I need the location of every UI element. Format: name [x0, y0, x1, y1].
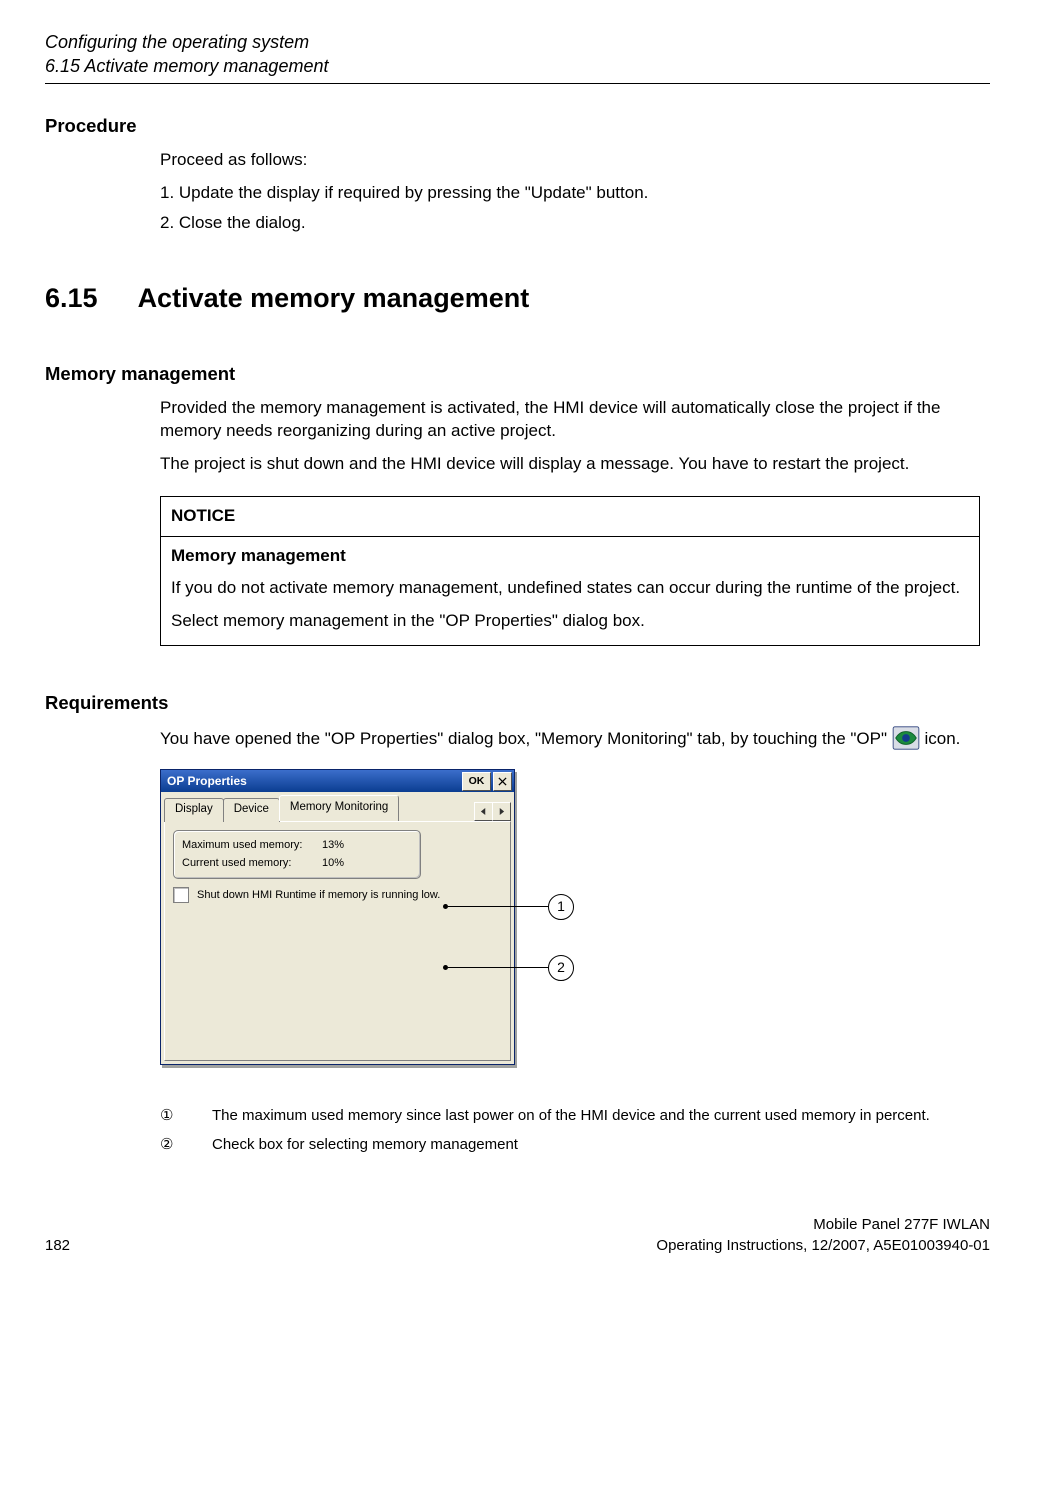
max-memory-label: Maximum used memory: [182, 837, 322, 855]
dialog-titlebar[interactable]: OP Properties OK [161, 770, 514, 792]
tab-scroll-left-button[interactable] [474, 802, 493, 821]
callout-2: 2 [545, 955, 574, 981]
shutdown-row: Shut down HMI Runtime if memory is runni… [173, 887, 502, 903]
chevron-right-icon [498, 808, 505, 815]
memory-mgmt-heading: Memory management [45, 362, 990, 387]
callout-number-1: 1 [548, 894, 574, 920]
legend-text-2: Check box for selecting memory managemen… [212, 1134, 980, 1155]
cur-memory-value: 10% [322, 855, 344, 873]
memory-mgmt-body: Provided the memory management is activa… [160, 397, 980, 647]
notice-label: NOTICE [161, 497, 979, 537]
op-icon [892, 726, 920, 750]
figure-callouts: 1 2 [545, 854, 574, 981]
page-footer: 182 Mobile Panel 277F IWLAN Operating In… [45, 1215, 990, 1256]
requirements-text: You have opened the "OP Properties" dial… [160, 726, 980, 751]
legend-num-1: ① [160, 1105, 182, 1126]
procedure-step-2: 2. Close the dialog. [160, 212, 980, 235]
figure-legend: ① The maximum used memory since last pow… [160, 1105, 980, 1155]
dialog-title: OP Properties [167, 773, 247, 789]
requirements-heading: Requirements [45, 691, 990, 716]
page-number: 182 [45, 1236, 70, 1256]
legend-row-2: ② Check box for selecting memory managem… [160, 1134, 980, 1155]
legend-text-1: The maximum used memory since last power… [212, 1105, 980, 1126]
page: Configuring the operating system 6.15 Ac… [0, 0, 1040, 1509]
callout-1: 1 [545, 894, 574, 920]
tab-memory-monitoring[interactable]: Memory Monitoring [279, 795, 399, 822]
section-number: 6.15 [45, 280, 98, 316]
ok-button[interactable]: OK [462, 772, 491, 791]
legend-row-1: ① The maximum used memory since last pow… [160, 1105, 980, 1126]
op-properties-dialog: OP Properties OK Display Device Memory M… [160, 769, 515, 1065]
notice-p2: Select memory management in the "OP Prop… [171, 610, 969, 633]
memory-mgmt-p1: Provided the memory management is activa… [160, 397, 980, 443]
chevron-left-icon [480, 808, 487, 815]
notice-p1: If you do not activate memory management… [171, 577, 969, 600]
section-reference: 6.15 Activate memory management [45, 54, 990, 78]
tab-scroll-right-button[interactable] [492, 802, 511, 821]
section-heading: 6.15 Activate memory management [45, 280, 990, 316]
running-title: Configuring the operating system [45, 30, 990, 54]
cur-memory-row: Current used memory: 10% [182, 855, 412, 873]
tab-scroll-buttons [475, 802, 511, 821]
notice-box: NOTICE Memory management If you do not a… [160, 496, 980, 647]
procedure-heading: Procedure [45, 114, 990, 139]
requirements-body: You have opened the "OP Properties" dial… [160, 726, 980, 1155]
figure-row: OP Properties OK Display Device Memory M… [160, 769, 980, 1065]
procedure-steps: 1. Update the display if required by pre… [160, 182, 980, 236]
shutdown-label: Shut down HMI Runtime if memory is runni… [197, 888, 440, 903]
notice-body: Memory management If you do not activate… [161, 537, 979, 646]
footer-doc-id: Operating Instructions, 12/2007, A5E0100… [656, 1236, 990, 1256]
cur-memory-label: Current used memory: [182, 855, 322, 873]
procedure-intro: Proceed as follows: [160, 149, 980, 172]
requirements-text-post: icon. [924, 729, 960, 748]
max-memory-row: Maximum used memory: 13% [182, 837, 412, 855]
requirements-text-pre: You have opened the "OP Properties" dial… [160, 729, 892, 748]
memory-mgmt-p2: The project is shut down and the HMI dev… [160, 453, 980, 476]
tab-device[interactable]: Device [223, 798, 280, 823]
shutdown-checkbox[interactable] [173, 887, 189, 903]
close-button[interactable] [493, 772, 512, 791]
close-icon [498, 777, 507, 786]
callout-number-2: 2 [548, 955, 574, 981]
header-rule [45, 83, 990, 84]
legend-num-2: ② [160, 1134, 182, 1155]
footer-device-name: Mobile Panel 277F IWLAN [656, 1215, 990, 1235]
section-title: Activate memory management [138, 280, 530, 316]
notice-subheading: Memory management [171, 545, 969, 568]
memory-readout-group: Maximum used memory: 13% Current used me… [173, 830, 421, 879]
procedure-body: Proceed as follows: 1. Update the displa… [160, 149, 980, 236]
procedure-step-1: 1. Update the display if required by pre… [160, 182, 980, 205]
tab-bar: Display Device Memory Monitoring [161, 792, 514, 821]
footer-right: Mobile Panel 277F IWLAN Operating Instru… [656, 1215, 990, 1256]
max-memory-value: 13% [322, 837, 344, 855]
tab-display[interactable]: Display [164, 798, 224, 823]
tab-body: Maximum used memory: 13% Current used me… [164, 821, 511, 1061]
